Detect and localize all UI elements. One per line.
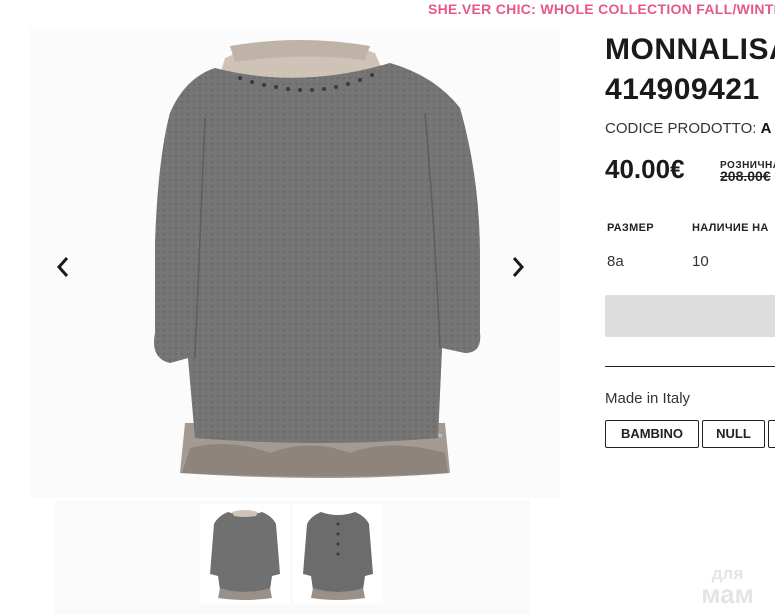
product-info: MONNALISA 414909421 CODICE PRODOTTO: A 4… (605, 28, 775, 615)
thumbnail-front[interactable] (200, 504, 290, 604)
tag-null[interactable]: NULL (702, 420, 765, 448)
site-watermark-logo: для мам (690, 565, 765, 609)
stock-value: 10 (692, 253, 709, 270)
product-code-label: CODICE PRODOTTO: (605, 120, 757, 137)
chevron-right-icon (512, 257, 525, 277)
product-price: 40.00€ (605, 154, 685, 184)
size-column-header: РАЗМЕР (607, 222, 654, 234)
dress-back-thumbnail (303, 512, 373, 600)
made-in-label: Made in Italy (605, 390, 691, 407)
promo-banner[interactable]: SHE.VER CHIC: WHOLE COLLECTION FALL/WINT… (428, 0, 775, 18)
dress-illustration (154, 40, 481, 478)
size-value[interactable]: 8a (607, 253, 624, 270)
product-code: CODICE PRODOTTO: A (605, 120, 771, 137)
product-title-number: 414909421 (605, 73, 760, 106)
dress-front-thumbnail (210, 510, 280, 600)
add-to-cart-button[interactable] (605, 295, 775, 337)
tag-bambino[interactable]: BAMBINO (605, 420, 699, 448)
product-main-image (30, 28, 560, 498)
divider (605, 366, 775, 367)
chevron-left-icon (56, 257, 69, 277)
gallery-prev-button[interactable] (48, 252, 78, 282)
tag-more[interactable] (768, 420, 775, 448)
retail-price-old: 208.00€ (720, 168, 771, 184)
thumbnail-strip (55, 500, 530, 615)
gallery-next-button[interactable] (503, 252, 533, 282)
product-title-brand: MONNALISA (605, 33, 775, 66)
watermark-line2: мам (701, 579, 754, 609)
product-title: MONNALISA 414909421 (605, 30, 775, 110)
stock-column-header: НАЛИЧИЕ НА (692, 222, 769, 234)
thumbnail-back[interactable] (293, 504, 383, 604)
product-code-value: A (760, 120, 772, 137)
